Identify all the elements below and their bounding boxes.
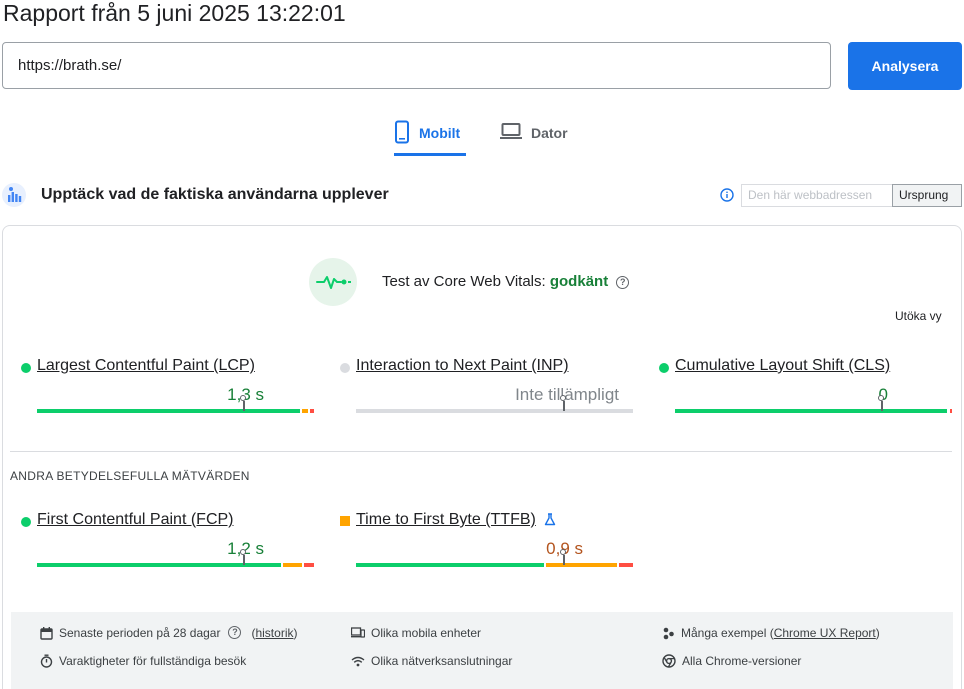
tab-desktop-label: Dator — [531, 125, 568, 141]
crux-icon — [2, 183, 26, 207]
footer-period-text: Senaste perioden på 28 dagar — [59, 626, 221, 640]
bar-good-segment — [356, 563, 544, 567]
metric-inp-distribution-bar — [356, 395, 633, 413]
footer-period: Senaste perioden på 28 dagar ? (historik… — [40, 625, 298, 640]
metric-lcp-name[interactable]: Largest Contentful Paint (LCP) — [37, 357, 255, 375]
footer-durations: Varaktigheter för fullständiga besök — [40, 654, 246, 668]
metric-lcp: Largest Contentful Paint (LCP) 1,3 s — [21, 357, 314, 427]
metric-fcp-distribution-bar — [37, 549, 314, 567]
percentile-marker — [240, 549, 246, 565]
bar-poor-segment — [619, 563, 633, 567]
metric-inp: Interaction to Next Paint (INP) Inte til… — [340, 357, 633, 427]
metric-lcp-value: 1,3 s — [227, 385, 264, 404]
percentile-marker — [240, 395, 246, 411]
tab-mobile[interactable]: Mobilt — [394, 118, 466, 156]
toggle-this-url[interactable]: Den här webbadressen — [741, 184, 893, 207]
footer-networks: Olika nätverksanslutningar — [351, 654, 512, 668]
footer-networks-text: Olika nätverksanslutningar — [371, 654, 513, 668]
status-dot-good — [659, 363, 669, 373]
footer-samples: Många exempel (Chrome UX Report) — [662, 626, 880, 640]
report-title: Rapport från 5 juni 2025 13:22:01 — [3, 0, 346, 26]
bar-good-segment — [675, 409, 947, 413]
toggle-origin[interactable]: Ursprung — [892, 184, 962, 207]
info-icon[interactable] — [720, 188, 734, 202]
metric-ttfb: Time to First Byte (TTFB) 0,9 s — [340, 511, 633, 581]
cwv-assessment: Test av Core Web Vitals: godkänt? — [382, 273, 630, 290]
data-info-footer — [11, 612, 953, 689]
footer-durations-text: Varaktigheter för fullständiga besök — [59, 654, 247, 668]
chrome-icon — [662, 654, 676, 668]
stopwatch-icon — [40, 654, 53, 668]
metric-fcp-value: 1,2 s — [227, 539, 264, 558]
devices-icon — [351, 627, 365, 638]
cwv-status: godkänt — [549, 273, 609, 290]
expand-view-link[interactable]: Utöka vy — [895, 309, 942, 323]
help-icon[interactable]: ? — [228, 625, 242, 639]
analyze-button[interactable]: Analysera — [848, 42, 962, 90]
bar-poor-segment — [304, 563, 314, 567]
footer-samples-suffix: ) — [875, 626, 880, 640]
percentile-marker — [560, 395, 566, 411]
metric-fcp: First Contentful Paint (FCP) 1,2 s — [21, 511, 314, 581]
bar-na-segment — [356, 409, 633, 413]
metric-inp-name[interactable]: Interaction to Next Paint (INP) — [356, 357, 569, 375]
footer-devices-text: Olika mobila enheter — [371, 626, 482, 640]
footer-history: (historik) — [251, 626, 298, 640]
bar-ni-segment — [546, 563, 617, 567]
tab-mobile-label: Mobilt — [419, 125, 461, 141]
people-icon — [663, 627, 674, 639]
tab-desktop[interactable]: Dator — [500, 118, 572, 156]
crux-heading: Upptäck vad de faktiska användarna upple… — [41, 186, 389, 203]
flask-icon[interactable] — [544, 513, 556, 531]
status-dot-good — [21, 363, 31, 373]
history-link[interactable]: historik — [255, 626, 293, 640]
metric-cls-distribution-bar — [675, 395, 954, 413]
help-icon[interactable]: ? — [616, 276, 630, 289]
status-square-needs-improvement — [340, 516, 350, 526]
bar-ni-segment — [283, 563, 302, 567]
bar-good-segment — [37, 409, 300, 413]
calendar-icon — [40, 626, 53, 640]
wifi-icon — [351, 656, 365, 666]
status-dot-na — [340, 363, 350, 373]
bar-ni-segment — [302, 409, 308, 413]
footer-versions-text: Alla Chrome-versioner — [682, 654, 802, 668]
crux-report-link[interactable]: Chrome UX Report — [774, 626, 876, 640]
section-divider — [10, 451, 952, 452]
url-input[interactable] — [2, 42, 831, 89]
metric-inp-value: Inte tillämpligt — [515, 385, 619, 404]
laptop-icon — [500, 120, 522, 145]
footer-devices: Olika mobila enheter — [351, 626, 481, 640]
footer-samples-prefix: Många exempel ( — [681, 626, 774, 640]
vitals-pulse-icon — [309, 258, 357, 306]
metric-cls: Cumulative Layout Shift (CLS) 0 — [659, 357, 952, 427]
bar-poor-segment — [310, 409, 314, 413]
bar-poor-segment — [950, 409, 952, 413]
footer-versions: Alla Chrome-versioner — [662, 654, 801, 668]
metric-lcp-distribution-bar — [37, 395, 314, 413]
footer-samples-text: Många exempel (Chrome UX Report) — [681, 626, 880, 640]
status-dot-good — [21, 517, 31, 527]
other-metrics-label: ANDRA BETYDELSEFULLA MÄTVÄRDEN — [10, 469, 250, 483]
metric-ttfb-name-text: Time to First Byte (TTFB) — [356, 511, 536, 528]
metric-ttfb-name[interactable]: Time to First Byte (TTFB) — [356, 511, 536, 529]
percentile-marker — [560, 549, 566, 565]
cwv-title: Test av Core Web Vitals: — [382, 273, 546, 290]
metric-cls-name[interactable]: Cumulative Layout Shift (CLS) — [675, 357, 890, 375]
metric-ttfb-distribution-bar — [356, 549, 633, 567]
metric-fcp-name[interactable]: First Contentful Paint (FCP) — [37, 511, 234, 529]
percentile-marker — [878, 395, 884, 411]
smartphone-icon — [394, 120, 410, 147]
